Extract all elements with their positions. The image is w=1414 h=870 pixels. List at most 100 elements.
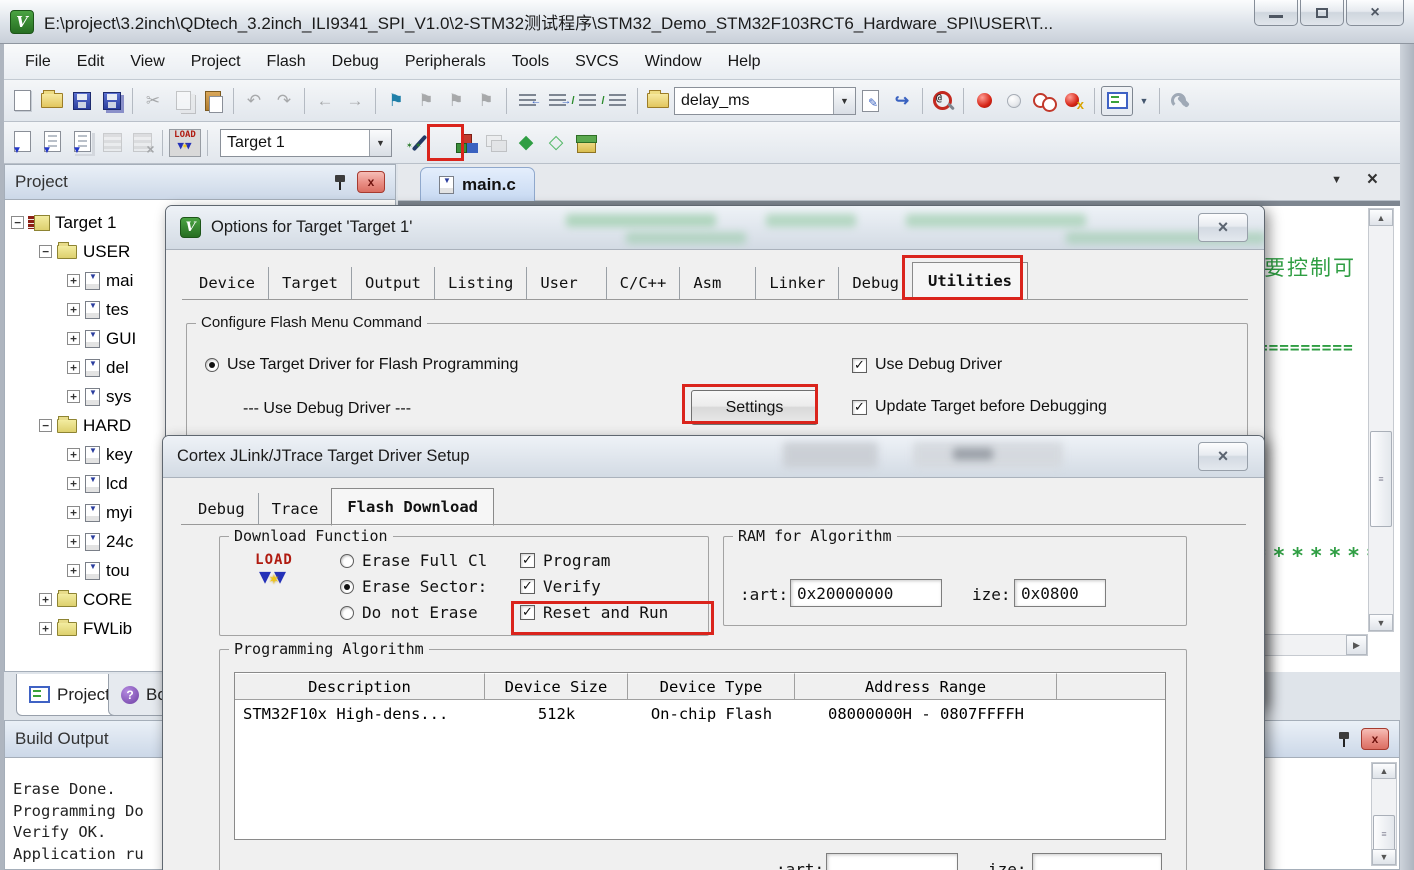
radio-unchecked-icon[interactable]	[340, 606, 354, 620]
do-not-erase-radio-row[interactable]: Do not Erase	[340, 603, 478, 622]
menu-project[interactable]: Project	[178, 49, 254, 75]
stop-build-icon[interactable]	[128, 128, 156, 158]
editor-hscrollbar[interactable]: ▶	[1262, 634, 1368, 656]
build-icon[interactable]	[38, 128, 66, 158]
bookmark-next-icon[interactable]: ⚑	[442, 86, 470, 116]
expand-icon[interactable]: +	[67, 564, 80, 577]
menu-peripherals[interactable]: Peripherals	[392, 49, 499, 75]
tab-user[interactable]: User	[527, 267, 606, 299]
tab-linker[interactable]: Linker	[756, 267, 839, 299]
erase-full-radio-row[interactable]: Erase Full Cl	[340, 551, 487, 570]
close-button[interactable]: ×	[1346, 0, 1404, 26]
scroll-up-button[interactable]: ▲	[1372, 763, 1396, 779]
update-target-check-row[interactable]: ✓ Update Target before Debugging	[852, 398, 1107, 416]
radio-checked-icon[interactable]	[340, 580, 354, 594]
menu-flash[interactable]: Flash	[254, 49, 319, 75]
checkbox-checked-icon[interactable]: ✓	[852, 358, 867, 373]
translate-file-icon[interactable]	[8, 128, 36, 158]
dialog-titlebar[interactable]: Cortex JLink/JTrace Target Driver Setup …	[163, 436, 1264, 478]
batch-build-icon[interactable]	[98, 128, 126, 158]
search-dropdown-button[interactable]: ▼	[833, 88, 855, 114]
expand-icon[interactable]: +	[67, 361, 80, 374]
save-icon[interactable]	[68, 86, 96, 116]
pin-icon[interactable]	[1337, 731, 1351, 747]
expand-icon[interactable]: +	[67, 477, 80, 490]
uncomment-icon[interactable]: /	[603, 86, 631, 116]
algo-start-input[interactable]	[826, 853, 958, 870]
scroll-down-button[interactable]: ▼	[1369, 614, 1393, 631]
checkbox-checked-icon[interactable]: ✓	[520, 579, 535, 594]
download-flash-icon[interactable]: LOAD ▼▼ ✶	[169, 129, 201, 157]
rebuild-icon[interactable]	[68, 128, 96, 158]
menu-edit[interactable]: Edit	[64, 49, 118, 75]
collapse-icon[interactable]: −	[11, 216, 24, 229]
verify-check-row[interactable]: ✓ Verify	[520, 577, 601, 596]
expand-icon[interactable]: +	[67, 303, 80, 316]
menu-svcs[interactable]: SVCS	[562, 49, 632, 75]
dialog-close-button[interactable]: ×	[1198, 213, 1248, 242]
ram-start-input[interactable]	[790, 579, 942, 607]
tab-trace[interactable]: Trace	[259, 493, 332, 525]
menu-debug[interactable]: Debug	[319, 49, 392, 75]
dialog-titlebar[interactable]: V Options for Target 'Target 1' ×	[166, 206, 1264, 250]
table-row[interactable]: STM32F10x High-dens... 512k On-chip Flas…	[235, 700, 1165, 727]
expand-icon[interactable]: +	[39, 593, 52, 606]
tab-asm[interactable]: Asm	[680, 267, 756, 299]
editor-close-icon[interactable]: ×	[1367, 169, 1378, 191]
pin-icon[interactable]	[333, 174, 347, 190]
scroll-thumb[interactable]: ≡	[1373, 815, 1395, 853]
target-select-input[interactable]	[221, 131, 369, 155]
multi-project-icon[interactable]	[482, 128, 510, 158]
collapse-icon[interactable]: −	[39, 245, 52, 258]
function-editor-icon[interactable]: ◇	[542, 128, 570, 158]
save-all-icon[interactable]	[98, 86, 126, 116]
expand-icon[interactable]: +	[39, 622, 52, 635]
scroll-down-button[interactable]: ▼	[1372, 849, 1396, 865]
tab-listing[interactable]: Listing	[435, 267, 527, 299]
find-icon[interactable]: @	[929, 86, 957, 116]
target-dropdown-button[interactable]: ▼	[369, 130, 391, 156]
expand-icon[interactable]: +	[67, 448, 80, 461]
file-extensions-icon[interactable]: ◆	[512, 128, 540, 158]
redo-icon[interactable]: ↷	[270, 86, 298, 116]
navigate-back-icon[interactable]: ←	[311, 86, 339, 116]
use-target-driver-radio-row[interactable]: Use Target Driver for Flash Programming	[205, 356, 518, 374]
checkbox-checked-icon[interactable]: ✓	[520, 553, 535, 568]
open-file-icon[interactable]	[38, 86, 66, 116]
pack-installer-icon[interactable]	[572, 128, 600, 158]
tab-flash-download[interactable]: Flash Download	[331, 488, 494, 526]
new-file-icon[interactable]	[8, 86, 36, 116]
menu-tools[interactable]: Tools	[499, 49, 562, 75]
ram-size-input[interactable]	[1014, 579, 1106, 607]
configure-tools-icon[interactable]	[1166, 86, 1194, 116]
goto-reference-icon[interactable]: ↪	[888, 86, 916, 116]
unindent-icon[interactable]: ←	[513, 86, 541, 116]
tab-list-dropdown[interactable]: ▼	[1331, 174, 1342, 186]
menu-help[interactable]: Help	[715, 49, 774, 75]
project-panel-close-button[interactable]: x	[357, 171, 385, 193]
radio-unchecked-icon[interactable]	[340, 554, 354, 568]
find-in-files-icon[interactable]	[644, 86, 672, 116]
tab-device[interactable]: Device	[186, 267, 269, 299]
breakpoint-disabled-icon[interactable]	[1000, 86, 1028, 116]
col-address-range[interactable]: Address Range	[795, 673, 1057, 699]
program-check-row[interactable]: ✓ Program	[520, 551, 610, 570]
erase-sector-radio-row[interactable]: Erase Sector:	[340, 577, 487, 596]
expand-icon[interactable]: +	[67, 274, 80, 287]
window-layout-dropdown[interactable]: ▼	[1135, 86, 1153, 116]
build-output-close-button[interactable]: x	[1361, 728, 1389, 750]
indent-icon[interactable]: →	[543, 86, 571, 116]
use-debug-driver-check-row[interactable]: ✓ Use Debug Driver	[852, 356, 1002, 374]
bookmark-icon[interactable]: ⚑	[382, 86, 410, 116]
editor-vscrollbar[interactable]: ▲ ≡ ▼	[1368, 208, 1394, 632]
tab-main-c[interactable]: main.c	[420, 167, 535, 201]
scroll-right-button[interactable]: ▶	[1346, 635, 1367, 655]
build-output-vscrollbar[interactable]: ▲ ≡ ▼	[1371, 762, 1397, 866]
scroll-up-button[interactable]: ▲	[1369, 209, 1393, 226]
algorithm-table[interactable]: Description Device Size Device Type Addr…	[234, 672, 1166, 840]
algo-size-input[interactable]	[1032, 853, 1162, 870]
bookmark-clear-icon[interactable]: ⚑	[472, 86, 500, 116]
checkbox-checked-icon[interactable]: ✓	[852, 400, 867, 415]
tab-target[interactable]: Target	[269, 267, 352, 299]
col-description[interactable]: Description	[235, 673, 485, 699]
